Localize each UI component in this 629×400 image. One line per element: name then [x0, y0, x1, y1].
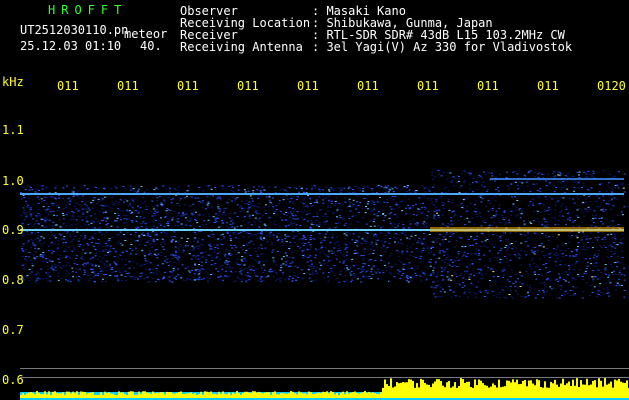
spectrogram: [20, 170, 629, 400]
time-label: 011: [297, 79, 319, 93]
freq-label: 0.8: [2, 273, 24, 287]
freq-label: 0.9: [2, 223, 24, 237]
axis-unit: kHz: [2, 75, 24, 89]
time-label: 011: [537, 79, 559, 93]
noise-band: [20, 170, 626, 299]
time-label: 011: [57, 79, 79, 93]
time-label: 0120: [597, 79, 626, 93]
time-label: 011: [477, 79, 499, 93]
freq-label: 0.7: [2, 323, 24, 337]
time-label: 011: [357, 79, 379, 93]
antenna-label: Receiving Antenna: [180, 40, 303, 54]
power-ref-line: [20, 377, 629, 378]
time-label: 011: [177, 79, 199, 93]
freq-label: 1.1: [2, 123, 24, 137]
power-trace: [20, 378, 629, 398]
antenna-value: : 3el Yagi(V) Az 330 for Vladivostok: [312, 40, 573, 54]
signal-trace: [430, 227, 624, 232]
carrier-line-upper: [20, 193, 624, 195]
time-label: 011: [117, 79, 139, 93]
brand-title: HROFFT: [48, 3, 128, 17]
freq-label: 0.6: [2, 373, 24, 387]
date-time: 25.12.03 01:10: [20, 39, 122, 53]
carrier-line-upper-right: [490, 178, 624, 180]
time-label: 011: [417, 79, 439, 93]
freq-label: 1.0: [2, 174, 24, 188]
power-ref-line: [20, 368, 629, 369]
file-name: UT2512030110.pn: [20, 23, 129, 37]
hrofft-window: HROFFT UT2512030110.pn meteor 25.12.03 0…: [0, 0, 629, 400]
detection-count: 40.: [140, 39, 162, 53]
time-label: 011: [237, 79, 259, 93]
